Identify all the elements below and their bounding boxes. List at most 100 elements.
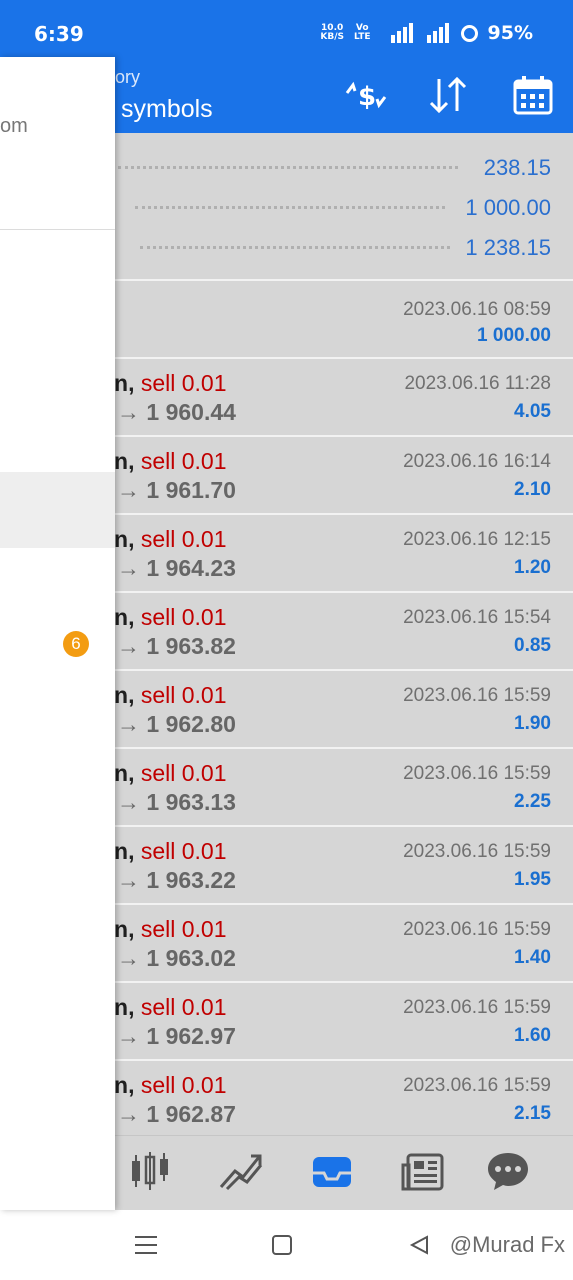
- deal-symbol: n, sell 0.01: [114, 916, 227, 943]
- volte-indicator: Vo LTE: [353, 23, 371, 42]
- deal-symbol: n, sell 0.01: [114, 994, 227, 1021]
- deal-price: → 1 963.82: [117, 633, 236, 659]
- deal-comma: ,: [128, 916, 135, 942]
- system-nav-bar: @Murad Fx: [0, 1210, 573, 1280]
- deposit-date: 2023.06.16 08:59: [403, 299, 551, 320]
- calendar-icon[interactable]: [510, 73, 556, 117]
- chat-icon[interactable]: [484, 1149, 532, 1193]
- deal-price: → 1 963.13: [117, 789, 236, 815]
- deal-action: sell 0.01: [140, 448, 227, 474]
- deal-price: → 1 962.97: [117, 1023, 236, 1049]
- deal-action: sell 0.01: [140, 370, 227, 396]
- deal-symbol-text: n: [114, 682, 129, 708]
- deal-symbol: n, sell 0.01: [114, 526, 227, 553]
- deal-comma: ,: [128, 682, 135, 708]
- battery-icon: [460, 24, 478, 42]
- drawer-item-selected[interactable]: [0, 472, 115, 548]
- deal-date: 2023.06.16 11:28: [404, 373, 551, 394]
- deal-action: sell 0.01: [140, 760, 227, 786]
- deal-price: → 1 963.22: [117, 867, 236, 893]
- deal-symbol: n, sell 0.01: [114, 448, 227, 475]
- deal-symbol-text: n: [114, 760, 129, 786]
- deal-comma: ,: [128, 994, 135, 1020]
- deal-date: 2023.06.16 15:59: [403, 1075, 551, 1096]
- deal-symbol-text: n: [114, 994, 129, 1020]
- dotted-leader: [118, 165, 458, 169]
- drawer-divider: [0, 229, 115, 230]
- deal-symbol: n, sell 0.01: [114, 370, 227, 397]
- status-indicators: 10.0 KB/S Vo LTE 95%: [320, 22, 533, 44]
- deal-symbol-text: n: [114, 604, 129, 630]
- deal-comma: ,: [128, 760, 135, 786]
- deal-date: 2023.06.16 15:59: [403, 919, 551, 940]
- deal-date: 2023.06.16 15:59: [403, 841, 551, 862]
- trade-chart-icon[interactable]: [217, 1149, 265, 1193]
- back-icon[interactable]: [408, 1234, 430, 1256]
- status-time: 6:39: [34, 22, 84, 46]
- candlestick-chart-icon[interactable]: [126, 1149, 174, 1193]
- deal-action: sell 0.01: [140, 604, 227, 630]
- deal-comma: ,: [128, 370, 135, 396]
- deposit-value: 1 000.00: [465, 195, 551, 220]
- deal-symbol-text: n: [114, 370, 129, 396]
- home-icon[interactable]: [271, 1234, 293, 1256]
- dotted-leader: [140, 245, 450, 249]
- deal-profit: 1.95: [514, 869, 551, 890]
- deal-date: 2023.06.16 15:54: [403, 607, 551, 628]
- signal-icon: [426, 23, 449, 43]
- deal-profit: 1.40: [514, 947, 551, 968]
- profit-value: 238.15: [483, 155, 551, 180]
- deal-symbol: n, sell 0.01: [114, 838, 227, 865]
- balance-value: 1 238.15: [465, 235, 551, 260]
- deposit-amount: 1 000.00: [477, 325, 551, 346]
- deal-comma: ,: [128, 838, 135, 864]
- deal-profit: 1.60: [514, 1025, 551, 1046]
- watermark: @Murad Fx: [449, 1232, 565, 1257]
- deal-symbol-text: n: [114, 448, 129, 474]
- deal-comma: ,: [128, 448, 135, 474]
- deal-comma: ,: [128, 1072, 135, 1098]
- deal-symbol-text: n: [114, 916, 129, 942]
- deal-profit: 2.25: [514, 791, 551, 812]
- deal-action: sell 0.01: [140, 838, 227, 864]
- deal-profit: 1.90: [514, 713, 551, 734]
- history-inbox-icon[interactable]: [308, 1149, 356, 1193]
- nav-drawer[interactable]: om 6: [0, 57, 115, 1210]
- deal-price: → 1 961.70: [117, 477, 236, 503]
- deal-profit: 1.20: [514, 557, 551, 578]
- deal-price: → 1 962.87: [117, 1101, 236, 1127]
- deal-profit: 0.85: [514, 635, 551, 656]
- deal-symbol: n, sell 0.01: [114, 682, 227, 709]
- deal-price: → 1 960.44: [117, 399, 236, 425]
- sort-icon[interactable]: [426, 73, 472, 117]
- deal-symbol: n, sell 0.01: [114, 760, 227, 787]
- signal-4g-icon: [390, 23, 413, 43]
- deal-action: sell 0.01: [140, 682, 227, 708]
- deal-profit: 2.10: [514, 479, 551, 500]
- deal-symbol: n, sell 0.01: [114, 604, 227, 631]
- deal-price: → 1 962.80: [117, 711, 236, 737]
- currency-exchange-icon[interactable]: $: [343, 73, 389, 117]
- recents-menu-icon[interactable]: [133, 1234, 159, 1256]
- deal-date: 2023.06.16 12:15: [403, 529, 551, 550]
- deal-symbol-text: n: [114, 526, 129, 552]
- deal-date: 2023.06.16 16:14: [403, 451, 551, 472]
- deal-price: → 1 964.23: [117, 555, 236, 581]
- status-bar: 6:39 10.0 KB/S Vo LTE 95%: [0, 0, 573, 57]
- drawer-text-fragment: om: [0, 115, 28, 137]
- deal-date: 2023.06.16 15:59: [403, 997, 551, 1018]
- deal-action: sell 0.01: [140, 526, 227, 552]
- news-icon[interactable]: [400, 1149, 448, 1193]
- deal-price: → 1 963.02: [117, 945, 236, 971]
- battery-level: 95%: [487, 22, 533, 44]
- svg-text:$: $: [358, 82, 376, 112]
- deal-symbol: n, sell 0.01: [114, 1072, 227, 1099]
- deal-action: sell 0.01: [140, 1072, 227, 1098]
- deal-comma: ,: [128, 526, 135, 552]
- deal-profit: 4.05: [514, 401, 551, 422]
- deal-date: 2023.06.16 15:59: [403, 763, 551, 784]
- deal-action: sell 0.01: [140, 916, 227, 942]
- deal-date: 2023.06.16 15:59: [403, 685, 551, 706]
- toolbar-title[interactable]: symbols: [121, 95, 213, 124]
- deal-symbol-text: n: [114, 1072, 129, 1098]
